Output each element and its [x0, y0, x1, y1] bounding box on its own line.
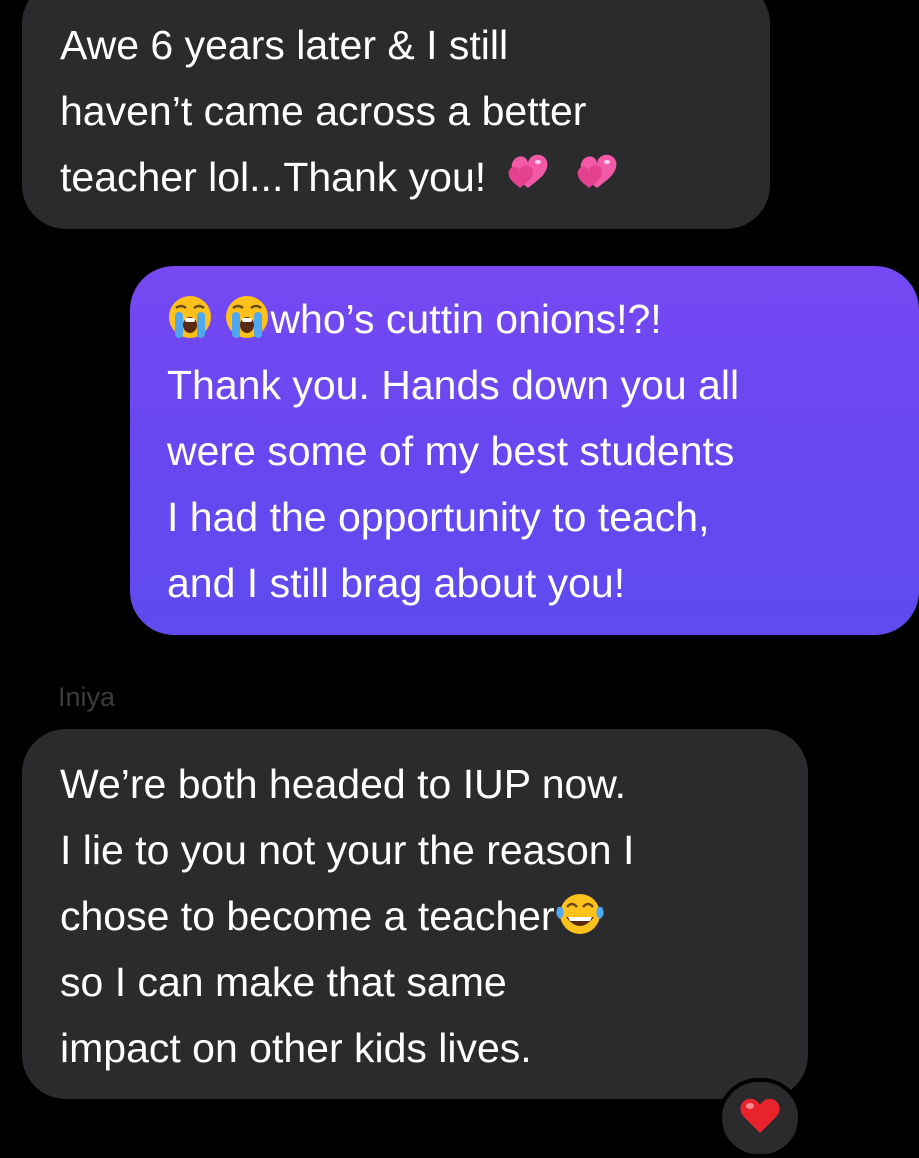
revolving-hearts-icon — [567, 152, 625, 198]
outgoing-message-bubble[interactable]: who’s cuttin onions!?! Thank you. Hands … — [130, 266, 919, 635]
message-text-line: I had the opportunity to teach, — [167, 494, 710, 540]
message-text-segment: teacher lol...Thank you! — [60, 154, 487, 200]
incoming-message-bubble[interactable]: Awe 6 years later & I still haven’t came… — [22, 0, 770, 229]
message-text-line: haven’t came across a better — [60, 88, 587, 134]
message-text-line: and I still brag about you! — [167, 560, 626, 606]
message-text-line: chose to become a teacher — [60, 883, 808, 949]
message-text-line: Awe 6 years later & I still — [60, 22, 509, 68]
message-text-line: so I can make that same — [60, 959, 507, 1005]
message-text-line: We’re both headed to IUP now. — [60, 761, 627, 807]
incoming-message-bubble[interactable]: We’re both headed to IUP now. I lie to y… — [22, 729, 808, 1099]
revolving-hearts-icon — [498, 152, 556, 198]
sender-name: Iniya — [58, 682, 116, 712]
message-text-segment: chose to become a teacher — [60, 893, 555, 939]
message-text-line: I lie to you not your the reason I — [60, 827, 635, 873]
message-text-segment: who’s cuttin onions!?! — [270, 296, 662, 342]
red-heart-icon — [739, 1097, 781, 1140]
message-reaction[interactable] — [718, 1078, 802, 1158]
face-with-tears-of-joy-icon — [555, 891, 605, 937]
loudly-crying-face-icon — [167, 294, 213, 340]
loudly-crying-face-icon — [224, 294, 270, 340]
message-text-line: teacher lol...Thank you! — [60, 144, 770, 210]
message-text-line: impact on other kids lives. — [60, 1025, 532, 1071]
message-text-line: were some of my best students — [167, 428, 735, 474]
message-text-line: who’s cuttin onions!?! — [167, 286, 919, 352]
message-text-line: Thank you. Hands down you all — [167, 362, 740, 408]
